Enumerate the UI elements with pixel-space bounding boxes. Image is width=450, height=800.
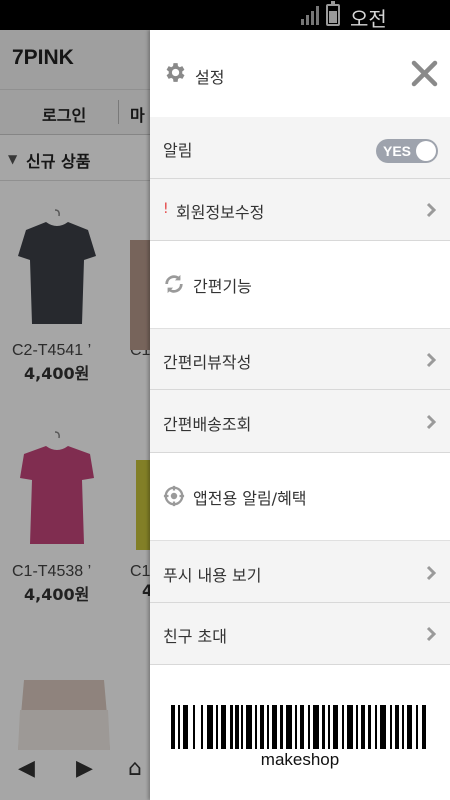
push-view-label: 푸시 내용 보기: [163, 566, 262, 585]
push-view-row[interactable]: 푸시 내용 보기: [150, 540, 450, 603]
close-icon[interactable]: [411, 60, 438, 87]
member-edit-label: 회원정보수정: [176, 203, 265, 222]
refresh-icon: [165, 274, 183, 294]
gear-icon: [166, 63, 185, 82]
drawer-title: 설정: [195, 68, 225, 87]
app-benefits-label: 앱전용 알림/혜택: [193, 489, 307, 508]
member-edit-row[interactable]: ! 회원정보수정: [150, 179, 450, 241]
drawer-scrim[interactable]: [0, 30, 150, 800]
quick-features-section: 간편기능: [150, 241, 450, 328]
barcode-logo: [171, 705, 429, 749]
notification-label: 알림: [163, 141, 193, 160]
quick-review-row[interactable]: 간편리뷰작성: [150, 328, 450, 390]
toggle-text: YES: [383, 143, 412, 159]
settings-drawer: 설정 알림 YES ! 회원정보수정 간편기능 간편리뷰작성 간편배송조회 앱전…: [150, 30, 450, 800]
notification-toggle[interactable]: YES: [376, 139, 438, 163]
toggle-knob: [416, 141, 436, 161]
chevron-right-icon: [426, 352, 436, 368]
chevron-right-icon: [426, 414, 436, 430]
chevron-right-icon: [426, 565, 436, 581]
notification-row: 알림 YES: [150, 117, 450, 179]
status-bar: 오전 11:51: [0, 0, 450, 56]
battery-icon: [326, 1, 340, 26]
drawer-header: 설정: [150, 30, 450, 117]
quick-features-label: 간편기능: [193, 277, 252, 296]
barcode-graphic: [171, 705, 426, 749]
footer-brand: makeshop: [260, 750, 340, 769]
invite-friend-label: 친구 초대: [163, 627, 227, 646]
invite-friend-row[interactable]: 친구 초대: [150, 603, 450, 665]
chevron-right-icon: [426, 202, 436, 218]
alert-marker: !: [163, 201, 169, 217]
crosshair-icon: [163, 485, 185, 507]
quick-review-label: 간편리뷰작성: [163, 353, 252, 372]
signal-icon: [301, 6, 319, 25]
quick-delivery-row[interactable]: 간편배송조회: [150, 390, 450, 453]
quick-delivery-label: 간편배송조회: [163, 415, 252, 434]
app-benefits-section: 앱전용 알림/혜택: [150, 453, 450, 540]
chevron-right-icon: [426, 626, 436, 642]
